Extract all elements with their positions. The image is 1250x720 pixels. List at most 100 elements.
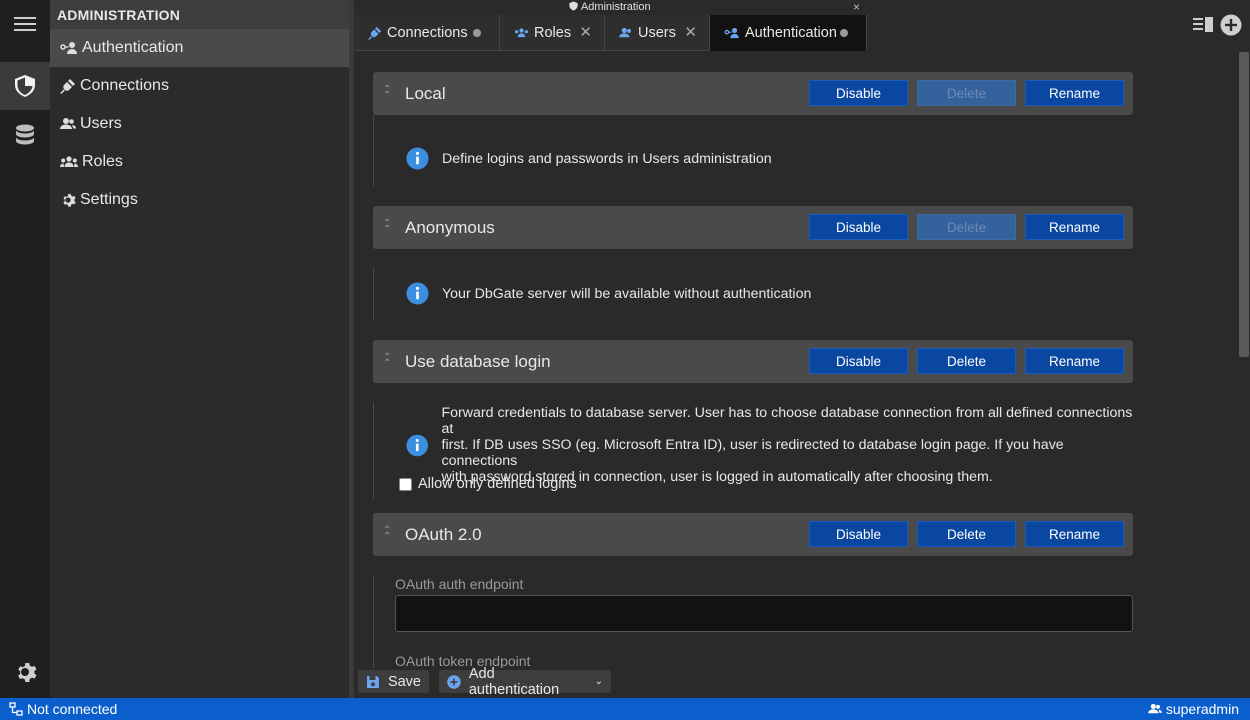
status-bar: Not connected superadmin (0, 698, 1250, 720)
info-icon (406, 434, 429, 456)
modified-dot-icon (840, 29, 848, 37)
close-tab-icon[interactable]: ✕ (579, 23, 592, 41)
section-header-anonymous: ⌃ ⌃ Anonymous Disable Delete Rename (373, 206, 1133, 249)
tab-users[interactable]: Users ✕ (605, 15, 710, 51)
network-icon (9, 702, 23, 716)
menu-icon[interactable] (0, 0, 50, 48)
activity-bar (0, 0, 50, 698)
username: superadmin (1165, 701, 1239, 717)
delete-button[interactable]: Delete (917, 348, 1016, 374)
checkbox-label: Allow only defined logins (418, 476, 577, 492)
save-icon (366, 675, 379, 688)
connection-status[interactable]: Not connected (9, 701, 117, 717)
plug-icon (60, 79, 75, 94)
tab-roles[interactable]: Roles ✕ (500, 15, 605, 51)
gear-icon (63, 194, 76, 207)
close-tab-icon[interactable]: ✕ (684, 23, 697, 41)
section-title: OAuth 2.0 (405, 524, 482, 544)
disable-button[interactable]: Disable (809, 214, 908, 240)
current-user[interactable]: superadmin (1147, 701, 1239, 717)
info-text: Forward credentials to database server. … (441, 405, 1133, 485)
delete-button[interactable]: Delete (917, 214, 1016, 240)
info-message: Define logins and passwords in Users adm… (406, 147, 772, 170)
sidebar-item-authentication[interactable]: Authentication (50, 29, 349, 67)
admin-sidebar: ADMINISTRATION Authentication Connection… (50, 0, 350, 698)
add-tab-icon[interactable] (1220, 14, 1242, 36)
connection-status-text: Not connected (27, 701, 118, 717)
sidebar-item-users[interactable]: Users (50, 105, 349, 143)
drag-handle-icon[interactable]: ⌃ ⌃ (383, 85, 391, 101)
section-title: Local (405, 83, 446, 103)
section-body-database-login: Forward credentials to database server. … (373, 402, 1133, 499)
checkbox[interactable] (399, 477, 412, 491)
section-header-local: ⌃ ⌃ Local Disable Delete Rename (373, 72, 1133, 115)
sidebar-title: ADMINISTRATION (50, 0, 349, 29)
section-body-anonymous: Your DbGate server will be available wit… (373, 268, 1133, 320)
scrollbar-thumb[interactable] (1239, 52, 1249, 357)
allow-defined-logins-checkbox[interactable]: Allow only defined logins (399, 476, 577, 492)
tab-authentication[interactable]: Authentication (710, 15, 867, 51)
info-text: Your DbGate server will be available wit… (442, 285, 812, 302)
disable-button[interactable]: Disable (809, 348, 908, 374)
add-circle-icon (447, 674, 461, 689)
section-title: Use database login (405, 351, 551, 371)
disable-button[interactable]: Disable (809, 80, 908, 106)
section-header-oauth: ⌃ ⌃ OAuth 2.0 Disable Delete Rename (373, 513, 1133, 556)
save-label: Save (387, 673, 421, 690)
split-view-icon[interactable] (1192, 16, 1214, 34)
roles-icon (515, 27, 528, 37)
tab-label: Roles (534, 24, 572, 41)
users-icon (619, 27, 631, 37)
delete-button[interactable]: Delete (917, 521, 1016, 547)
disable-button[interactable]: Disable (809, 521, 908, 547)
section-title: Anonymous (405, 217, 495, 237)
info-icon (406, 147, 429, 170)
shield-icon[interactable] (0, 62, 50, 110)
key-user-icon (60, 42, 77, 54)
oauth-auth-endpoint-label: OAuth auth endpoint (395, 576, 524, 592)
chevron-down-icon: ⌄ (594, 676, 603, 687)
rename-button[interactable]: Rename (1025, 521, 1124, 547)
delete-button[interactable]: Delete (917, 80, 1016, 106)
save-button[interactable]: Save (358, 670, 429, 693)
sidebar-item-connections[interactable]: Connections (50, 67, 349, 105)
sidebar-item-label: Authentication (82, 39, 184, 56)
add-authentication-button[interactable]: Add authentication ⌄ (439, 666, 611, 698)
rename-button[interactable]: Rename (1025, 80, 1124, 106)
roles-icon (60, 156, 78, 167)
info-message: Your DbGate server will be available wit… (406, 282, 811, 305)
bottom-toolbar: Save Add authentication ⌄ (354, 666, 1250, 698)
tab-connections[interactable]: Connections (354, 15, 500, 51)
info-message: Forward credentials to database server. … (406, 405, 1133, 485)
close-group-icon[interactable]: × (853, 0, 860, 15)
rename-button[interactable]: Rename (1025, 214, 1124, 240)
rename-button[interactable]: Rename (1025, 348, 1124, 374)
app-window: ADMINISTRATION Authentication Connection… (0, 0, 1250, 720)
shield-small-icon (569, 1, 579, 11)
tab-label: Authentication (745, 25, 837, 41)
database-icon[interactable] (0, 112, 50, 160)
section-body-local: Define logins and passwords in Users adm… (373, 115, 1133, 186)
tab-group-header: Administration × (354, 0, 866, 15)
info-icon (406, 282, 429, 305)
users-icon (60, 118, 76, 129)
modified-dot-icon (473, 29, 481, 37)
settings-gear-icon[interactable] (0, 648, 50, 696)
section-header-database-login: ⌃ ⌃ Use database login Disable Delete Ren… (373, 340, 1133, 383)
tab-label: Users (638, 24, 676, 41)
drag-handle-icon[interactable]: ⌃ ⌃ (383, 353, 391, 369)
add-authentication-label: Add authentication (468, 665, 560, 698)
key-user-icon (724, 27, 739, 39)
oauth-auth-endpoint-input[interactable] (395, 595, 1133, 632)
sidebar-item-roles[interactable]: Roles (50, 143, 349, 181)
tab-group-title: Administration (580, 1, 651, 13)
top-right-actions (1192, 14, 1242, 36)
sidebar-item-label: Users (80, 115, 122, 132)
drag-handle-icon[interactable]: ⌃ ⌃ (383, 526, 391, 542)
sidebar-item-settings[interactable]: Settings (50, 181, 349, 219)
sidebar-item-label: Roles (82, 153, 123, 170)
authentication-panel: ⌃ ⌃ Local Disable Delete Rename Define lo… (354, 52, 1238, 668)
drag-handle-icon[interactable]: ⌃ ⌃ (383, 219, 391, 235)
sidebar-item-label: Settings (80, 191, 138, 208)
section-body-oauth: OAuth auth endpoint OAuth token endpoint (373, 575, 1133, 668)
